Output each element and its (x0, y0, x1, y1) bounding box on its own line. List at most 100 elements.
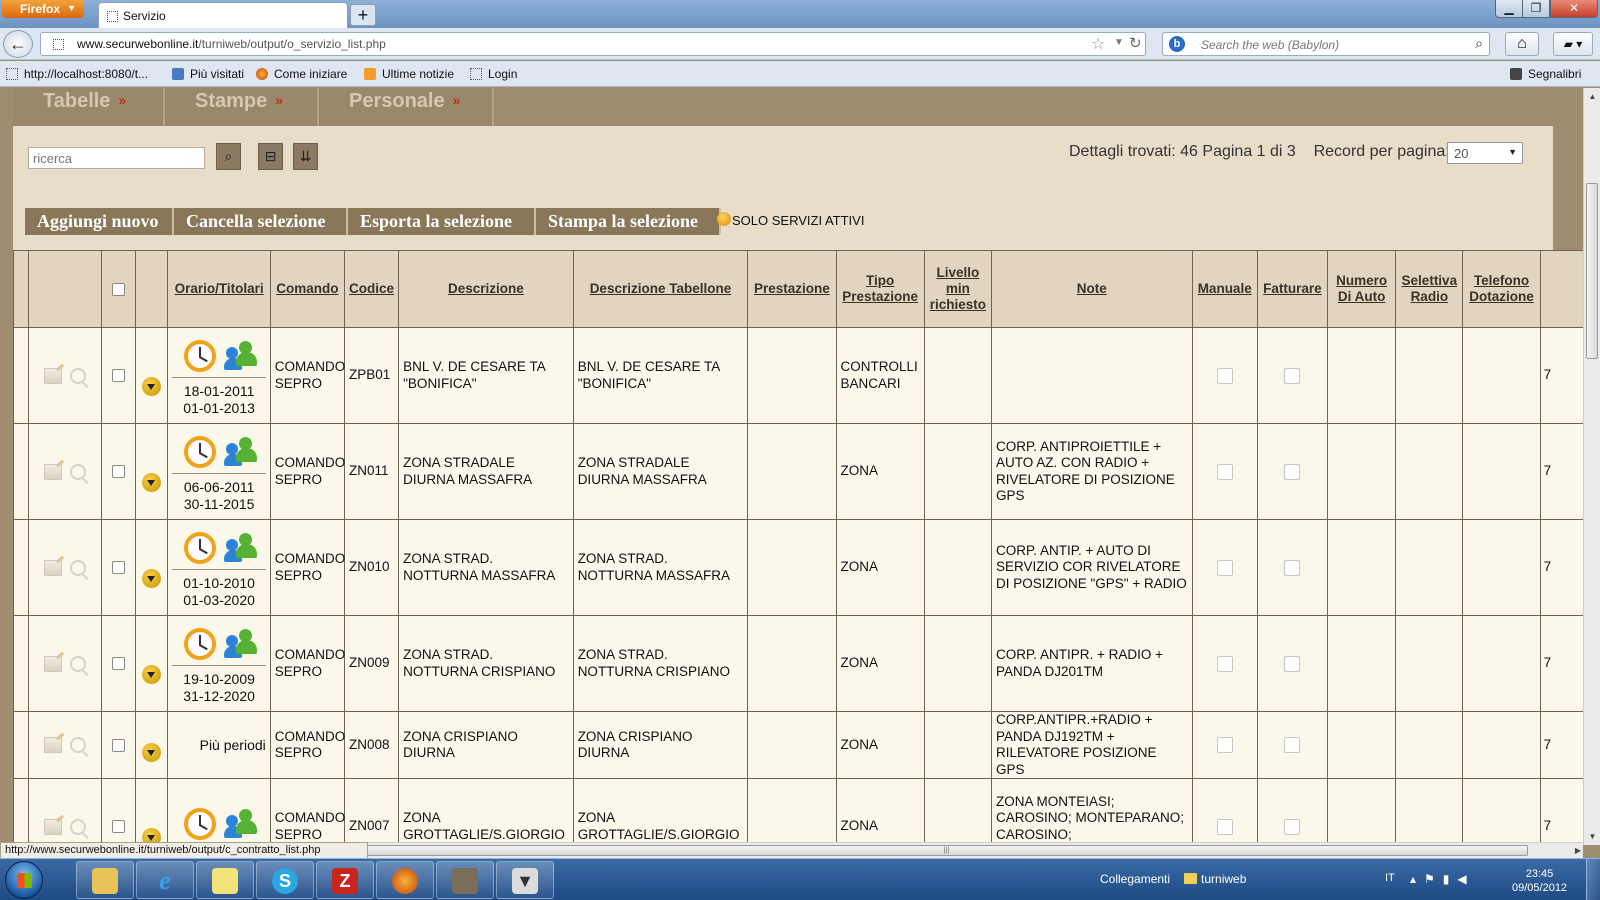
users-icon[interactable] (224, 531, 258, 563)
col-header-numero-auto[interactable]: Numero Di Auto (1327, 250, 1397, 328)
vertical-scroll-thumb[interactable] (1586, 183, 1598, 359)
browser-tab-active[interactable]: Servizio (98, 2, 348, 29)
window-maximize-button[interactable]: ❐ (1522, 0, 1550, 18)
expand-row-icon[interactable] (142, 828, 162, 842)
select-all-checkbox[interactable] (112, 282, 126, 296)
bookmark-star-icon[interactable]: ☆ (1091, 34, 1105, 54)
scroll-down-icon[interactable]: ▼ (1584, 828, 1600, 845)
taskbar-filezilla[interactable]: Z (316, 861, 374, 899)
vertical-scrollbar[interactable]: ▲ ▼ (1583, 88, 1600, 845)
firefox-menu-button[interactable]: Firefox ▼ (2, 0, 84, 18)
search-engine-icon[interactable]: b (1169, 36, 1185, 52)
language-indicator[interactable]: IT (1385, 872, 1395, 884)
search-button[interactable]: ⌕ (216, 143, 241, 170)
col-header-telefono[interactable]: Telefono Dotazione (1462, 250, 1541, 328)
action-center-flag-icon[interactable]: ⚑ (1424, 872, 1443, 886)
col-header-descrizione[interactable]: Descrizione (398, 250, 574, 328)
window-close-button[interactable]: ✕ (1550, 0, 1598, 18)
expand-row-icon[interactable] (142, 742, 162, 762)
search-icon[interactable]: ⌕ (1475, 35, 1483, 52)
expand-row-icon[interactable] (142, 665, 162, 684)
reload-icon[interactable]: ↻ (1129, 34, 1142, 52)
system-clock[interactable]: 23:45 09/05/2012 (1512, 867, 1567, 895)
taskbar-notes[interactable] (196, 861, 254, 899)
new-tab-button[interactable]: + (350, 4, 376, 26)
window-minimize-button[interactable]: ▁ (1495, 0, 1523, 18)
back-button[interactable]: ← (3, 30, 33, 58)
records-per-page-select[interactable]: 20 ▼ (1447, 142, 1523, 164)
col-header-livello[interactable]: Livello min richiesto (923, 250, 992, 328)
scroll-up-icon[interactable]: ▲ (1584, 88, 1600, 105)
col-header-fatturare[interactable]: Fatturare (1256, 250, 1329, 328)
network-icon[interactable]: ▮ (1443, 872, 1458, 886)
expand-row-icon[interactable] (142, 377, 162, 396)
url-text[interactable]: www.securwebonline.it/turniweb/output/o_… (77, 37, 386, 51)
advanced-search-button[interactable]: ⊟ (258, 143, 283, 170)
users-icon[interactable] (224, 339, 258, 371)
menu-tab-tabelle[interactable]: Tabelle» (13, 88, 165, 126)
menu-tab-stampe[interactable]: Stampe» (165, 88, 319, 126)
users-icon[interactable] (224, 627, 258, 659)
active-services-filter[interactable]: SOLO SERVIZI ATTIVI (717, 212, 864, 228)
edit-icon[interactable] (44, 559, 63, 576)
row-checkbox[interactable] (112, 465, 126, 479)
taskbar-gimp[interactable] (436, 861, 494, 899)
clock-icon[interactable] (184, 808, 217, 840)
col-header-descrizione-tabellone[interactable]: Descrizione Tabellone (572, 250, 749, 328)
col-header-codice[interactable]: Codice (343, 250, 400, 328)
edit-icon[interactable] (44, 818, 63, 835)
view-details-icon[interactable] (70, 737, 87, 754)
taskbar-skype[interactable]: S (256, 861, 314, 899)
bookmarks-menu[interactable]: Segnalibri (1510, 67, 1581, 81)
scroll-right-icon[interactable]: ▶ (1575, 843, 1581, 858)
bookmark-login[interactable]: Login (470, 67, 517, 81)
taskbar-explorer[interactable] (76, 861, 134, 899)
view-details-icon[interactable] (70, 559, 87, 576)
menu-tab-personale[interactable]: Personale» (319, 88, 494, 126)
bookmark-ultime-notizie[interactable]: Ultime notizie (364, 67, 454, 81)
quick-links[interactable]: Collegamenti turniweb (1100, 872, 1246, 886)
taskbar-internet-explorer[interactable]: e (136, 861, 194, 899)
web-search-box[interactable]: b Search the web (Babylon) ⌕ (1162, 32, 1490, 56)
col-header-orario[interactable]: Orario/Titolari (167, 250, 271, 328)
col-header-prestazione[interactable]: Prestazione (747, 250, 837, 328)
expand-row-icon[interactable] (142, 473, 162, 492)
addons-button[interactable]: ▰ ▾ (1553, 32, 1593, 56)
col-header-tipo-prestazione[interactable]: Tipo Prestazione (835, 250, 925, 328)
row-checkbox[interactable] (112, 738, 126, 752)
start-button[interactable] (5, 861, 43, 899)
tray-arrow-icon[interactable]: ▴ (1410, 872, 1424, 886)
turniweb-folder[interactable]: turniweb (1201, 872, 1246, 886)
bookmark-localhost[interactable]: http://localhost:8080/t... (6, 67, 148, 81)
row-checkbox[interactable] (112, 561, 126, 575)
horizontal-scroll-thumb[interactable]: ||| (365, 845, 1528, 856)
expand-all-button[interactable]: ⇊ (293, 143, 318, 170)
edit-icon[interactable] (44, 655, 63, 672)
add-new-button[interactable]: Aggiungi nuovo (25, 208, 174, 235)
bookmark-piu-visitati[interactable]: Più visitati (172, 67, 244, 81)
view-details-icon[interactable] (70, 818, 87, 835)
row-checkbox[interactable] (112, 369, 126, 383)
taskbar-app-badge[interactable]: ▼ (496, 861, 554, 899)
users-icon[interactable] (224, 435, 258, 467)
col-header-comando[interactable]: Comando (269, 250, 345, 328)
edit-icon[interactable] (44, 463, 63, 480)
clock-icon[interactable] (184, 532, 217, 564)
print-selection-button[interactable]: Stampa la selezione (536, 208, 721, 235)
edit-icon[interactable] (44, 737, 63, 754)
show-desktop-button[interactable] (1586, 859, 1600, 900)
export-selection-button[interactable]: Esporta la selezione (348, 208, 536, 235)
bookmark-come-iniziare[interactable]: Come iniziare (256, 67, 347, 81)
address-bar[interactable]: www.securwebonline.it/turniweb/output/o_… (40, 32, 1146, 56)
row-checkbox[interactable] (112, 820, 126, 834)
taskbar-firefox[interactable] (376, 861, 434, 899)
home-button[interactable]: ⌂ (1505, 32, 1539, 56)
clock-icon[interactable] (184, 628, 217, 660)
col-header-selettiva-radio[interactable]: Selettiva Radio (1395, 250, 1464, 328)
view-details-icon[interactable] (70, 655, 87, 672)
row-checkbox[interactable] (112, 657, 126, 671)
edit-icon[interactable] (44, 367, 63, 384)
clock-icon[interactable] (184, 436, 217, 468)
users-icon[interactable] (224, 807, 258, 839)
expand-row-icon[interactable] (142, 569, 162, 588)
